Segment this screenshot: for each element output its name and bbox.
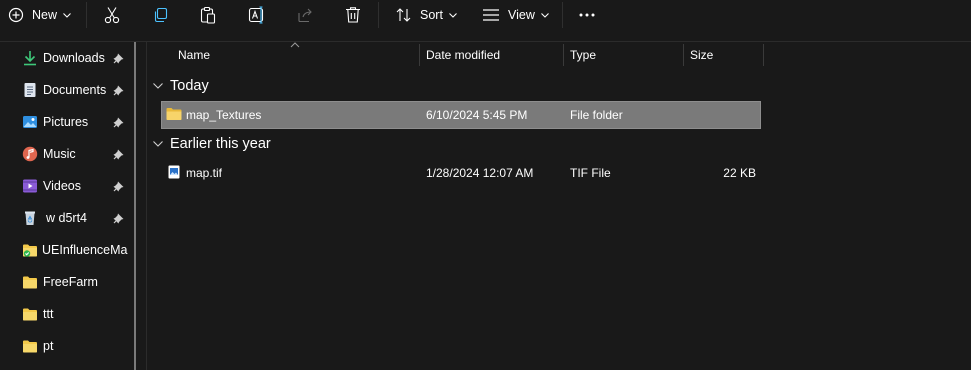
folder-icon — [166, 108, 182, 120]
column-header-name[interactable]: Name — [178, 48, 210, 70]
sort-ascending-indicator — [290, 42, 300, 48]
copy-button[interactable] — [153, 2, 169, 28]
sidebar-item-w-d5rt4[interactable]: w d5rt4 — [0, 202, 134, 234]
sidebar-item-videos[interactable]: Videos — [0, 170, 134, 202]
pin-icon — [113, 85, 124, 96]
videos-icon — [23, 179, 37, 193]
paste-button[interactable] — [200, 2, 216, 28]
sidebar-item-label: ttt — [43, 307, 54, 321]
chevron-down-icon — [449, 12, 457, 18]
sort-icon — [396, 8, 411, 22]
rename-button[interactable] — [248, 2, 266, 28]
sidebar-item-downloads[interactable]: Downloads — [0, 42, 134, 74]
file-row[interactable]: map.tif 1/28/2024 12:07 AM TIF File 22 K… — [162, 160, 760, 186]
file-size: 22 KB — [723, 166, 756, 180]
more-options-button[interactable] — [579, 2, 595, 28]
rename-icon — [248, 6, 264, 24]
view-icon — [483, 9, 499, 21]
column-divider[interactable] — [763, 44, 764, 66]
delete-icon — [346, 7, 360, 23]
pin-icon — [113, 213, 124, 224]
column-header-size[interactable]: Size — [690, 48, 713, 70]
image-file-icon — [168, 165, 180, 179]
toolbar-divider — [562, 2, 563, 28]
group-header-today[interactable]: Today — [152, 75, 209, 97]
share-icon — [298, 8, 312, 23]
column-divider[interactable] — [419, 44, 420, 66]
new-button[interactable]: New — [8, 2, 71, 28]
folder-icon — [23, 276, 37, 289]
paste-icon — [200, 6, 216, 24]
file-date-modified: 1/28/2024 12:07 AM — [426, 166, 534, 180]
sidebar-item-label: FreeFarm — [43, 275, 98, 289]
column-divider[interactable] — [683, 44, 684, 66]
file-name: map.tif — [186, 166, 223, 180]
column-header-date-modified[interactable]: Date modified — [426, 48, 500, 70]
music-icon — [22, 146, 38, 162]
file-name: map_Textures — [186, 108, 262, 122]
group-label: Today — [170, 78, 209, 94]
pin-icon — [113, 117, 124, 128]
new-button-label: New — [32, 8, 58, 22]
toolbar-divider — [378, 2, 379, 28]
pin-icon — [113, 181, 124, 192]
sort-button-label: Sort — [420, 8, 443, 22]
more-icon — [579, 13, 595, 17]
view-button-label: View — [508, 8, 535, 22]
sidebar-item-label: UEInfluenceMap — [42, 243, 128, 257]
sidebar-item-pictures[interactable]: Pictures — [0, 106, 134, 138]
sort-button[interactable]: Sort — [396, 2, 457, 28]
file-row[interactable]: map_Textures 6/10/2024 5:45 PM File fold… — [161, 101, 761, 129]
sidebar-item-music[interactable]: Music — [0, 138, 134, 170]
pin-icon — [113, 53, 124, 64]
cut-button[interactable] — [104, 2, 120, 28]
toolbar-divider — [86, 2, 87, 28]
navigation-pane: Downloads Documents Pictures Music Video… — [0, 42, 146, 370]
recycle-icon — [25, 211, 35, 225]
group-header-earlier-this-year[interactable]: Earlier this year — [152, 133, 271, 155]
sidebar-item-freefarm[interactable]: FreeFarm — [0, 266, 134, 298]
view-button[interactable]: View — [482, 2, 549, 28]
command-bar: New Sort View — [0, 0, 971, 32]
folder-icon — [23, 244, 37, 257]
plus-circle-icon — [8, 7, 24, 23]
share-button[interactable] — [297, 2, 313, 28]
cut-icon — [104, 7, 120, 24]
sidebar-item-ueinfluencemap[interactable]: UEInfluenceMap — [0, 234, 134, 266]
chevron-down-icon — [153, 83, 163, 89]
sidebar-item-documents[interactable]: Documents — [0, 74, 134, 106]
chevron-down-icon — [540, 12, 549, 18]
document-icon — [24, 83, 36, 97]
column-divider[interactable] — [563, 44, 564, 66]
delete-button[interactable] — [345, 2, 361, 28]
sidebar-item-ttt[interactable]: ttt — [0, 298, 134, 330]
download-icon — [24, 51, 36, 66]
pin-icon — [113, 149, 124, 160]
file-type: File folder — [570, 108, 623, 122]
pane-divider[interactable] — [146, 42, 147, 370]
sidebar-item-pt[interactable]: pt — [0, 330, 134, 362]
copy-icon — [154, 7, 168, 23]
group-label: Earlier this year — [170, 136, 271, 152]
folder-icon — [23, 340, 37, 353]
folder-icon — [23, 308, 37, 321]
chevron-down-icon — [153, 141, 163, 147]
sidebar-item-label: pt — [43, 339, 54, 353]
chevron-down-icon — [63, 12, 71, 18]
file-type: TIF File — [570, 166, 611, 180]
pictures-icon — [23, 116, 37, 128]
sidebar-scrollbar[interactable] — [134, 42, 136, 370]
column-header-type[interactable]: Type — [570, 48, 596, 70]
file-date-modified: 6/10/2024 5:45 PM — [426, 108, 528, 122]
